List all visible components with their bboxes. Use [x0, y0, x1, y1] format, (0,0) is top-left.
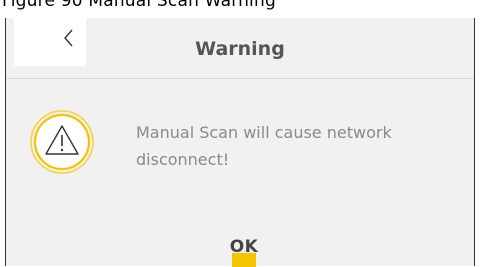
page-header-cut: Figure 90 Manual Scan Warning: [0, 0, 481, 18]
warning-triangle-icon: [30, 110, 94, 174]
divider: [6, 78, 474, 79]
ok-button-label: OK: [229, 237, 259, 257]
warning-dialog: Warning Manual Scan will cause network d…: [5, 18, 475, 267]
dialog-title: Warning: [195, 38, 285, 60]
ok-button[interactable]: OK: [218, 237, 270, 267]
figure-caption: Figure 90 Manual Scan Warning: [2, 0, 276, 11]
warning-message: Manual Scan will cause network disconnec…: [136, 123, 392, 169]
